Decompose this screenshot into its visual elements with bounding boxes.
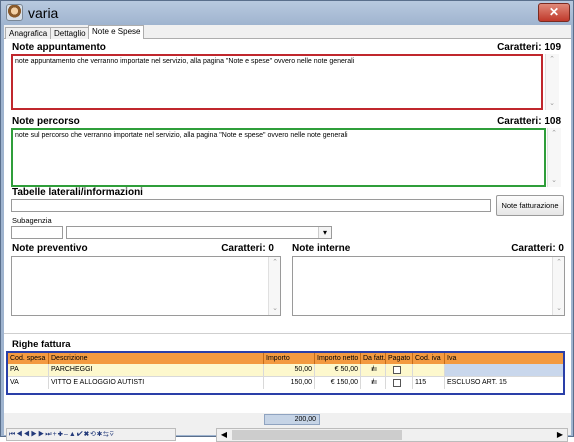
column-header-importo[interactable]: Importo (264, 353, 315, 364)
note-percorso-memo[interactable]: note sul percorso che verranno importate… (11, 128, 546, 187)
note-percorso-counter: Caratteri: 108 (497, 116, 561, 127)
righe-fattura-grid: Cod. spesa Descrizione Importo Importo n… (6, 351, 565, 395)
scroll-down-icon[interactable]: ⌄ (553, 304, 565, 314)
note-appuntamento-counter: Caratteri: 109 (497, 42, 561, 53)
title-bar[interactable]: varia ✕ (1, 1, 573, 25)
note-appuntamento-memo[interactable]: note appuntamento che verranno importate… (11, 54, 543, 110)
grid-horizontal-scrollbar[interactable]: ◀ ▶ (216, 428, 568, 442)
table-row[interactable]: VA VITTO E ALLOGGIO AUTISTI 150,00 € 150… (8, 376, 563, 389)
tab-dettaglio[interactable]: Dettaglio (50, 27, 90, 39)
scroll-thumb[interactable] (232, 430, 402, 440)
note-appuntamento-scrollbar[interactable]: ⌃ ⌄ (545, 54, 559, 110)
subagenzia-label: Subagenzia (12, 216, 52, 225)
column-header-cod-iva[interactable]: Cod. iva (413, 353, 445, 364)
cell-descrizione[interactable]: PARCHEGGI (49, 364, 264, 376)
cell-cod-iva[interactable]: 115 (413, 377, 445, 389)
client-area: Anagrafica Dettaglio Note e Spese Note a… (4, 25, 571, 442)
pagato-checkbox[interactable] (393, 379, 401, 387)
subagenzia-select[interactable]: ▾ (66, 226, 332, 239)
table-row[interactable]: PA PARCHEGGI 50,00 € 50,00 ı̸ıı (8, 364, 563, 376)
scroll-right-icon[interactable]: ▶ (553, 429, 567, 441)
note-interne-scrollbar[interactable]: ⌃ ⌄ (552, 257, 564, 315)
column-header-pagato[interactable]: Pagato (386, 353, 413, 364)
close-button[interactable]: ✕ (538, 3, 570, 22)
column-header-cod-spesa[interactable]: Cod. spesa (8, 353, 49, 364)
cell-importo[interactable]: 150,00 (264, 377, 315, 389)
note-preventivo-label: Note preventivo (12, 243, 88, 254)
tab-note-e-spese[interactable]: Note e Spese (88, 25, 145, 40)
note-percorso-scrollbar[interactable]: ⌃ ⌄ (547, 128, 561, 187)
cell-da-fatt[interactable]: ı̸ıı (361, 364, 386, 376)
note-interne-memo[interactable]: ⌃ ⌄ (292, 256, 565, 316)
column-header-importo-netto[interactable]: Importo netto (315, 353, 361, 364)
column-header-da-fatt[interactable]: Da fatt. (361, 353, 386, 364)
column-header-iva[interactable]: Iva (445, 353, 563, 364)
cell-pagato[interactable] (386, 377, 413, 389)
cell-cod-spesa[interactable]: PA (8, 364, 49, 376)
note-preventivo-memo[interactable]: ⌃ ⌄ (11, 256, 281, 316)
scroll-up-icon[interactable]: ⌃ (553, 258, 565, 268)
righe-fattura-label: Righe fattura (12, 339, 71, 350)
window: varia ✕ Anagrafica Dettaglio Note e Spes… (0, 0, 574, 442)
cell-cod-iva[interactable] (413, 364, 445, 376)
scroll-down-icon[interactable]: ⌄ (269, 304, 281, 314)
importo-total: 200,00 (264, 414, 320, 425)
cell-iva[interactable]: ESCLUSO ART. 15 (445, 377, 563, 389)
divider (4, 333, 571, 334)
note-preventivo-scrollbar[interactable]: ⌃ ⌄ (268, 257, 280, 315)
cell-iva[interactable] (445, 364, 563, 376)
note-fatturazione-button[interactable]: Note fatturazione (496, 195, 564, 216)
note-interne-label: Note interne (292, 243, 351, 254)
scroll-left-icon[interactable]: ◀ (217, 429, 231, 441)
tab-anagrafica[interactable]: Anagrafica (5, 27, 52, 39)
grid-header: Cod. spesa Descrizione Importo Importo n… (8, 353, 563, 364)
note-preventivo-counter: Caratteri: 0 (221, 243, 274, 254)
note-interne-counter: Caratteri: 0 (511, 243, 564, 254)
note-percorso-label: Note percorso (12, 116, 80, 127)
window-title: varia (28, 5, 59, 21)
note-appuntamento-text: note appuntamento che verranno importate… (15, 58, 355, 65)
cell-descrizione[interactable]: VITTO E ALLOGGIO AUTISTI (49, 377, 264, 389)
tab-strip: Anagrafica Dettaglio Note e Spese (4, 25, 571, 40)
tabelle-input[interactable] (11, 199, 491, 212)
scroll-down-icon[interactable]: ⌄ (546, 99, 558, 109)
pagato-checkbox[interactable] (393, 366, 401, 374)
chevron-down-icon[interactable]: ▾ (318, 227, 331, 238)
scroll-down-icon[interactable]: ⌄ (548, 176, 560, 186)
note-percorso-text: note sul percorso che verranno importate… (15, 132, 348, 139)
cell-importo-netto[interactable]: € 150,00 (315, 377, 361, 389)
cell-pagato[interactable] (386, 364, 413, 376)
cell-importo-netto[interactable]: € 50,00 (315, 364, 361, 376)
note-e-spese-panel: Note appuntamento Caratteri: 109 note ap… (4, 39, 571, 442)
cell-importo[interactable]: 50,00 (264, 364, 315, 376)
scroll-up-icon[interactable]: ⌃ (269, 258, 281, 268)
cell-cod-spesa[interactable]: VA (8, 377, 49, 389)
app-icon (6, 4, 23, 21)
scroll-up-icon[interactable]: ⌃ (546, 55, 558, 65)
note-appuntamento-label: Note appuntamento (12, 42, 106, 53)
column-header-descrizione[interactable]: Descrizione (49, 353, 264, 364)
grid-navigator[interactable]: ⏮◀◀▶▶⏭+✚‒▲✔✖⟲✱⇆⊽ (6, 428, 176, 441)
tabelle-label: Tabelle laterali/informazioni (12, 187, 143, 198)
grid-footer: 200,00 ⏮◀◀▶▶⏭+✚‒▲✔✖⟲✱⇆⊽ ◀ ▶ (4, 413, 571, 442)
scroll-up-icon[interactable]: ⌃ (548, 129, 560, 139)
subagenzia-code-input[interactable] (11, 226, 63, 239)
cell-da-fatt[interactable]: ı̸ıı (361, 377, 386, 389)
